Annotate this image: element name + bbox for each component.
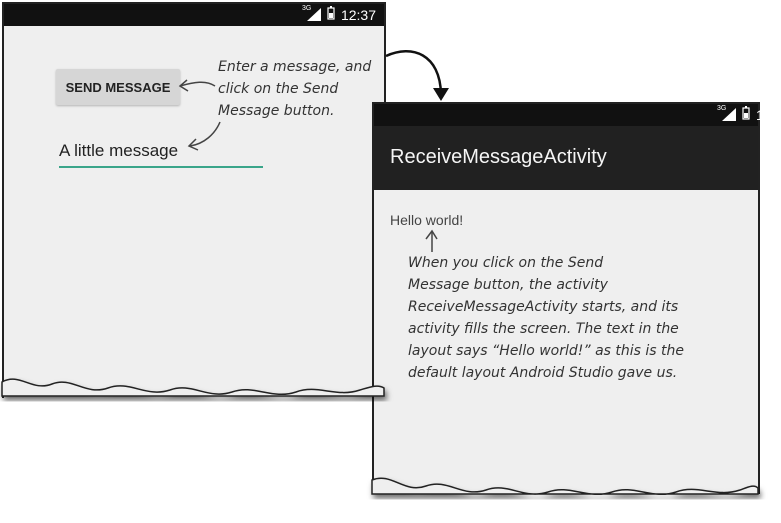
send-button-pointer: [179, 81, 216, 87]
torn-edge-right: [371, 477, 759, 496]
receive-explanation-note: When you click on the Send Message butto…: [408, 255, 685, 381]
torn-edge-left: [1, 378, 385, 397]
transition-arrow-head: [433, 88, 449, 101]
transition-arrow: [385, 50, 443, 95]
message-field-pointer: [189, 121, 221, 147]
send-instruction-note: Enter a message, and click on the Send M…: [218, 59, 372, 119]
